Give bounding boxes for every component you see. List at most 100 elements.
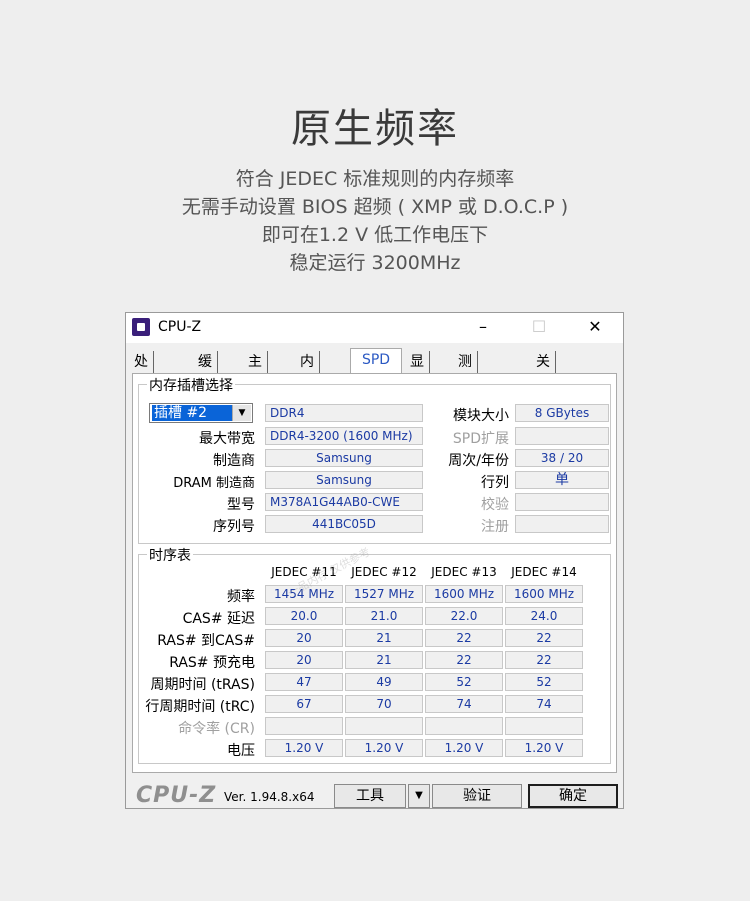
tab-cpu[interactable]: 处理器 (134, 351, 154, 414)
timing-cell: 22 (505, 651, 583, 669)
correction-field (515, 493, 609, 511)
hero-line-2: 无需手动设置 BIOS 超频 ( XMP 或 D.O.C.P ) (181, 196, 569, 218)
timing-cell: 22.0 (425, 607, 503, 625)
tab-mainboard[interactable]: 主板 (248, 351, 268, 392)
module-size-field: 8 GBytes (515, 404, 609, 422)
dram-manufacturer-field: Samsung (265, 471, 423, 489)
version-text: Ver. 1.94.8.x64 (224, 790, 315, 804)
memory-type-field: DDR4 (265, 404, 423, 422)
spd-ext-field (515, 427, 609, 445)
timing-column-header: JEDEC #13 (431, 565, 497, 579)
tab-graphics[interactable]: 显卡 (410, 351, 430, 392)
part-number-field: M378A1G44AB0-CWE (265, 493, 423, 511)
timing-cell: 49 (345, 673, 423, 691)
timing-cell: 20 (265, 651, 343, 669)
slot-select[interactable]: 插槽 #2 ▼ (149, 403, 253, 423)
timing-cell: 1.20 V (425, 739, 503, 757)
ranks-label: 行列 (481, 475, 509, 491)
correction-label: 校验 (481, 497, 509, 513)
spd-panel: 内存插槽选择 插槽 #2 ▼ DDR4 模块大小 8 GBytes 最大带宽 D… (132, 373, 617, 773)
timing-cell: 24.0 (505, 607, 583, 625)
timings-group: 时序表 JEDEC #11 JEDEC #12 JEDEC #13 JEDEC … (138, 545, 611, 764)
timing-cell: 21.0 (345, 607, 423, 625)
cpuz-window: CPU-Z – ☐ ✕ 处理器 缓存 主板 内存 SPD 显卡 测試分數 关于 … (125, 312, 624, 809)
timing-cell (345, 717, 423, 735)
slot-select-value: 插槽 #2 (152, 405, 232, 421)
timing-cell: 22 (425, 651, 503, 669)
tab-spd[interactable]: SPD (350, 348, 402, 375)
timing-cell: 22 (425, 629, 503, 647)
timing-cell: 1527 MHz (345, 585, 423, 603)
timing-cell (505, 717, 583, 735)
week-year-label: 周次/年份 (448, 453, 509, 469)
timing-column-header: JEDEC #14 (511, 565, 577, 579)
hero-title: 原生频率 (291, 106, 459, 152)
timing-cell: 74 (505, 695, 583, 713)
bottom-bar: CPU-Z Ver. 1.94.8.x64 工具 ▼ 验证 确定 (126, 777, 623, 810)
validate-button[interactable]: 验证 (432, 784, 522, 808)
timing-cell: 70 (345, 695, 423, 713)
timing-cell: 1600 MHz (505, 585, 583, 603)
tools-button[interactable]: 工具 (334, 784, 406, 808)
timing-row-label: 频率 (227, 589, 255, 605)
ranks-field: 单 (515, 471, 609, 489)
tools-dropdown-button[interactable]: ▼ (408, 784, 430, 808)
timing-cell: 20.0 (265, 607, 343, 625)
tab-memory[interactable]: 内存 (300, 351, 320, 392)
manufacturer-label: 制造商 (213, 453, 255, 469)
timing-cell: 1.20 V (265, 739, 343, 757)
timing-cell: 52 (425, 673, 503, 691)
serial-number-label: 序列号 (213, 519, 255, 535)
timings-group-label: 时序表 (147, 545, 193, 565)
part-number-label: 型号 (227, 497, 255, 513)
spd-ext-label: SPD扩展 (452, 431, 509, 447)
slot-group: 内存插槽选择 插槽 #2 ▼ DDR4 模块大小 8 GBytes 最大带宽 D… (138, 375, 611, 544)
timing-cell: 47 (265, 673, 343, 691)
chevron-down-icon[interactable]: ▼ (232, 405, 251, 421)
max-bandwidth-label: 最大带宽 (199, 431, 255, 447)
serial-number-field: 441BC05D (265, 515, 423, 533)
timing-cell: 1.20 V (345, 739, 423, 757)
cpuz-app-icon (132, 318, 150, 336)
timing-cell: 67 (265, 695, 343, 713)
timing-cell: 1600 MHz (425, 585, 503, 603)
timing-row-label: RAS# 到CAS# (157, 633, 255, 649)
dram-manufacturer-label: DRAM 制造商 (173, 476, 255, 491)
cpuz-logo: CPU-Z (136, 783, 217, 808)
module-size-label: 模块大小 (453, 408, 509, 424)
close-button[interactable]: ✕ (580, 317, 610, 336)
week-year-field: 38 / 20 (515, 449, 609, 467)
timing-cell: 74 (425, 695, 503, 713)
minimize-button[interactable]: – (468, 317, 498, 336)
timing-cell (265, 717, 343, 735)
ok-button[interactable]: 确定 (528, 784, 618, 808)
hero-line-4: 稳定运行 3200MHz (289, 252, 461, 274)
timing-column-header: JEDEC #12 (351, 565, 417, 579)
timing-row-label: CAS# 延迟 (182, 611, 255, 627)
timing-row-label: 行周期时间 (tRC) (145, 699, 255, 715)
timing-cell: 20 (265, 629, 343, 647)
registered-field (515, 515, 609, 533)
timing-row-label: 命令率 (CR) (178, 721, 255, 737)
registered-label: 注册 (481, 519, 509, 535)
hero-line-1: 符合 JEDEC 标准规则的内存频率 (235, 168, 515, 190)
timing-cell: 22 (505, 629, 583, 647)
timing-cell (425, 717, 503, 735)
window-title: CPU-Z (158, 319, 202, 335)
tab-caches[interactable]: 缓存 (198, 351, 218, 392)
tab-about[interactable]: 关于 (536, 351, 556, 392)
hero-line-3: 即可在1.2 V 低工作电压下 (261, 224, 489, 246)
timing-row-label: 周期时间 (tRAS) (150, 677, 256, 693)
tab-bench[interactable]: 测試分數 (458, 351, 478, 436)
timing-cell: 21 (345, 651, 423, 669)
timing-row-label: RAS# 预充电 (169, 655, 255, 671)
timing-cell: 21 (345, 629, 423, 647)
timing-row-label: 电压 (227, 743, 255, 759)
maximize-button[interactable]: ☐ (524, 317, 554, 336)
timing-cell: 1.20 V (505, 739, 583, 757)
title-bar[interactable]: CPU-Z – ☐ ✕ (126, 313, 623, 343)
manufacturer-field: Samsung (265, 449, 423, 467)
max-bandwidth-field: DDR4-3200 (1600 MHz) (265, 427, 423, 445)
slot-group-label: 内存插槽选择 (147, 375, 235, 395)
timing-cell: 52 (505, 673, 583, 691)
